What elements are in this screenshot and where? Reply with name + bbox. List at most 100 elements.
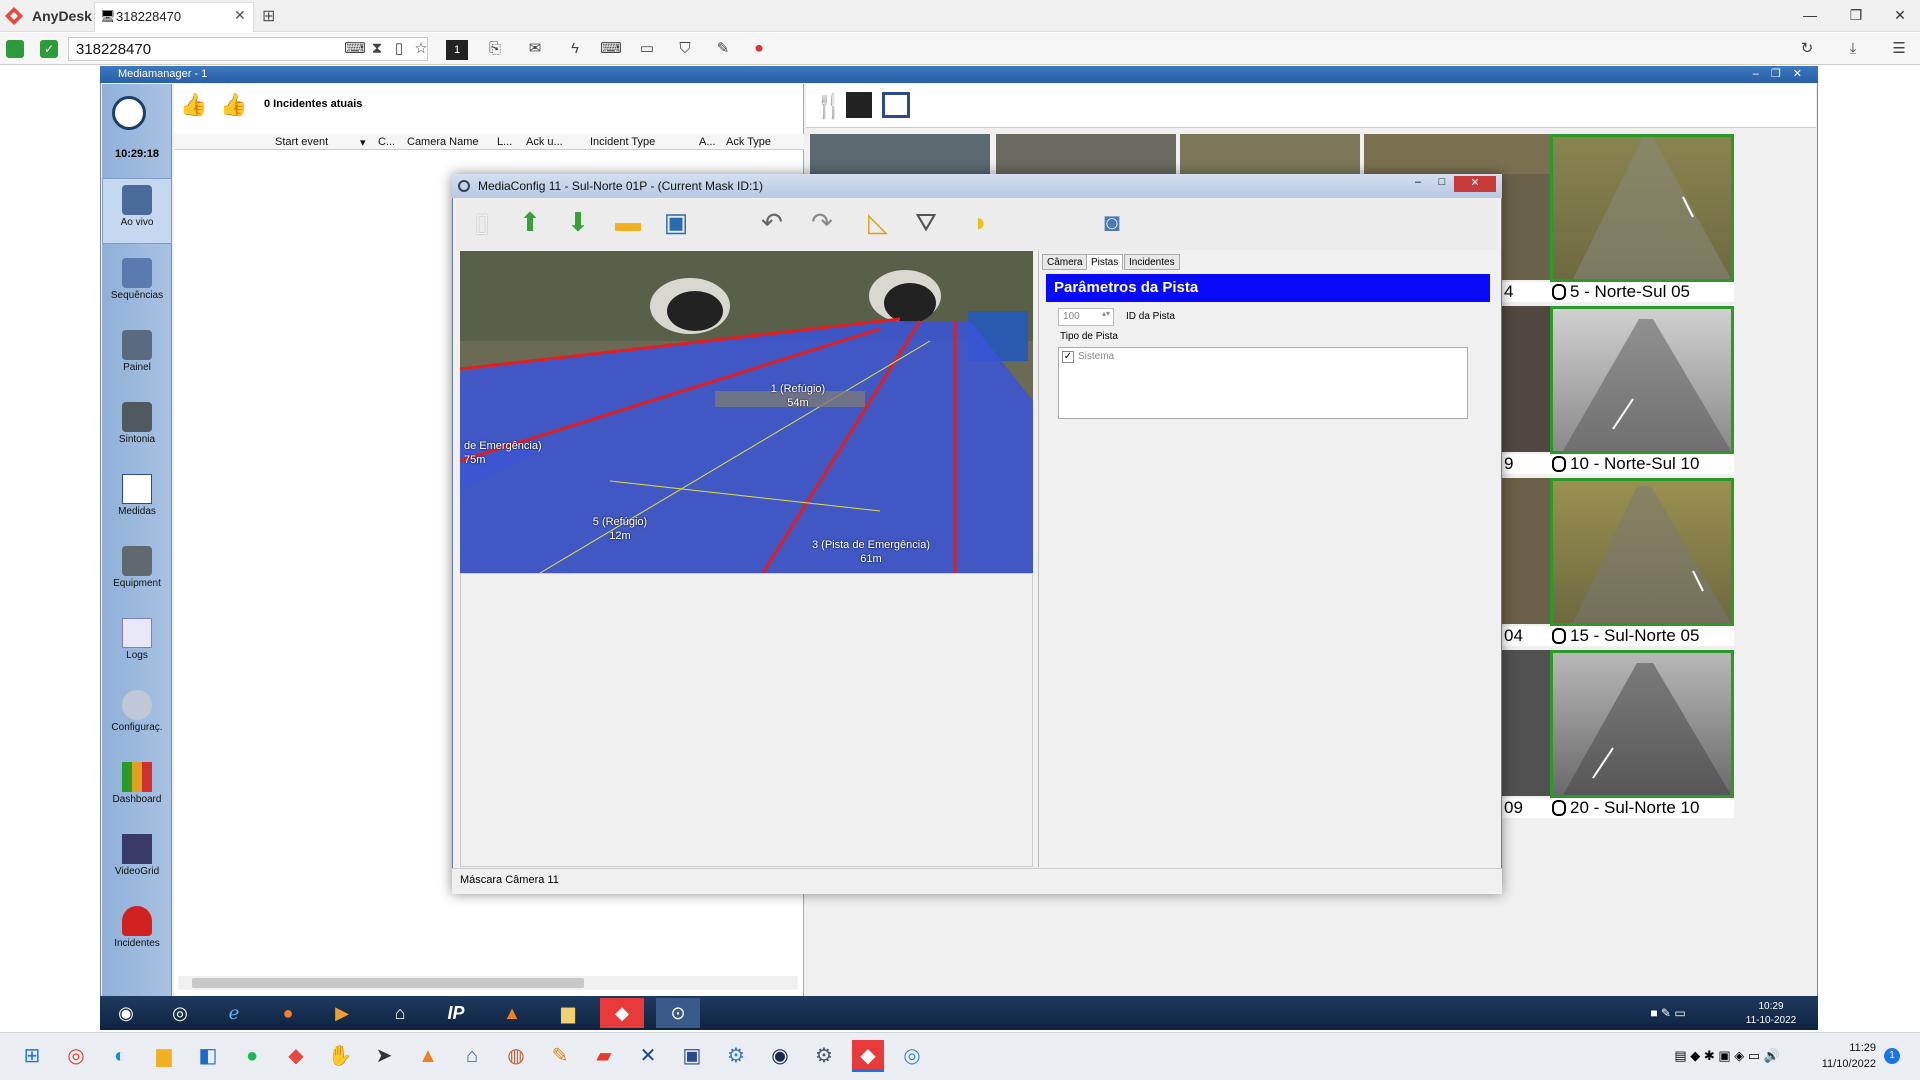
camera-mask-view[interactable] (460, 251, 1033, 573)
app-icon[interactable]: ✋ (324, 1040, 356, 1072)
settings-gear-icon[interactable]: ⚙ (808, 1040, 840, 1072)
app-pen-icon[interactable]: ✎ (544, 1040, 576, 1072)
address-tool-icon[interactable]: ⌨ (344, 38, 366, 60)
start-orb-icon[interactable]: ◉ (104, 998, 148, 1028)
col-c[interactable]: C... (378, 136, 395, 148)
calibration-target-icon[interactable]: ◑ (962, 206, 994, 238)
scrollbar-thumb[interactable] (192, 978, 584, 988)
restore-button[interactable]: ❐ (1836, 4, 1876, 26)
tools-icon[interactable]: 🍴 (814, 92, 844, 121)
dialog-maximize-button[interactable]: □ (1430, 176, 1454, 192)
camera-tile-partial[interactable] (1500, 174, 1550, 280)
spotify-icon[interactable]: ● (236, 1040, 268, 1072)
app-globe-icon[interactable]: ◎ (896, 1040, 928, 1072)
sort-chevron-down-icon[interactable]: ▾ (360, 136, 366, 149)
col-a[interactable]: A... (699, 136, 716, 148)
col-camera-name[interactable]: Camera Name (407, 136, 479, 148)
record-icon[interactable]: ⏺ (748, 38, 770, 60)
new-file-icon[interactable]: ▯ (466, 206, 498, 238)
snapshot-camera-icon[interactable]: ◙ (1096, 206, 1128, 238)
col-l[interactable]: L... (497, 136, 512, 148)
camera-tile-5[interactable] (1550, 134, 1734, 282)
nav-medidas[interactable]: Medidas (102, 468, 172, 534)
col-ack-user[interactable]: Ack u... (526, 136, 563, 148)
file-transfer-icon[interactable]: ⎘ (484, 38, 506, 60)
camera-tile-partial[interactable] (1500, 478, 1550, 624)
camera-tile-15[interactable] (1550, 478, 1734, 626)
camera-tile-10[interactable] (1550, 306, 1734, 454)
vlc-icon[interactable]: ▲ (412, 1040, 444, 1072)
app-network-icon[interactable]: ⚙ (720, 1040, 752, 1072)
download-arrow-icon[interactable]: ⬇ (562, 206, 594, 238)
open-folder-icon[interactable]: ▬ (612, 206, 644, 238)
close-tab-icon[interactable]: ✕ (234, 7, 246, 24)
tab-pistas[interactable]: Pistas (1086, 254, 1124, 270)
app-nx-icon[interactable]: ✕ (632, 1040, 664, 1072)
mediamanager-taskbar-icon[interactable]: ⊙ (656, 998, 700, 1028)
col-incident-type[interactable]: Incident Type (590, 136, 655, 148)
steam-icon[interactable]: ◉ (764, 1040, 796, 1072)
anydesk-active-icon[interactable]: ◆ (852, 1040, 884, 1072)
road-icon[interactable]: ⛛ (910, 206, 942, 238)
camera-tile-partial[interactable] (1500, 306, 1550, 452)
close-window-button[interactable]: ✕ (1880, 4, 1920, 26)
display-selector-button[interactable]: 1 (446, 40, 468, 60)
thumbs-up-all-icon[interactable]: 👍 (220, 92, 247, 118)
minimize-button[interactable]: — (1790, 4, 1830, 26)
measure-ruler-icon[interactable]: ◺ (862, 206, 894, 238)
spinner-arrows-icon[interactable]: ▴▾ (1102, 309, 1110, 318)
nav-sintonia[interactable]: Sintonia (102, 396, 172, 462)
actions-lightning-icon[interactable]: ϟ (564, 38, 586, 60)
firefox-icon[interactable]: ● (266, 998, 310, 1028)
lane-type-list[interactable] (1058, 347, 1468, 419)
tab-camera[interactable]: Câmera (1042, 254, 1088, 270)
history-icon[interactable]: ↻ (1796, 38, 1818, 60)
sistema-checkbox[interactable]: ✓ (1062, 351, 1074, 363)
camera-tile[interactable] (1364, 134, 1550, 174)
nav-sequencias[interactable]: Sequências (102, 252, 172, 318)
menu-icon[interactable]: ☰ (1888, 38, 1910, 60)
camera-tile[interactable] (996, 134, 1176, 174)
nav-painel[interactable]: Painel (102, 324, 172, 390)
thumbs-up-icon[interactable]: 👍 (180, 92, 207, 118)
nav-videogrid[interactable]: VideoGrid (102, 828, 172, 894)
nav-ao-vivo[interactable]: Ao vivo (102, 178, 172, 244)
whiteboard-pen-icon[interactable]: ✎ (712, 38, 734, 60)
chat-icon[interactable]: ✉ (524, 38, 546, 60)
new-tab-icon[interactable]: ⊞ (262, 6, 275, 26)
nav-equipment[interactable]: Equipment (102, 540, 172, 606)
anydesk-taskbar-icon[interactable]: ◆ (600, 998, 644, 1028)
system-tray-icons[interactable]: ▤ ◆ ✱ ▣ ◈ ▭ 🔊 (1600, 1040, 1780, 1072)
hourglass-icon[interactable]: ⧗ (366, 38, 388, 60)
app-circle-icon[interactable]: ◍ (500, 1040, 532, 1072)
tray-icons[interactable]: ■ ✎ ▭ ⚑ (1646, 998, 1690, 1050)
redo-icon[interactable]: ↷ (806, 206, 838, 238)
explorer-folder-icon[interactable]: ▆ (546, 998, 590, 1028)
camera-tile-partial[interactable] (1500, 650, 1550, 796)
chrome-icon[interactable]: ◎ (158, 998, 202, 1028)
col-start-event[interactable]: Start event (275, 136, 328, 148)
outlook-icon[interactable]: ◧ (192, 1040, 224, 1072)
nav-configuracoes[interactable]: Configuraç. (102, 684, 172, 750)
download-icon[interactable]: ⤓ (1842, 38, 1864, 60)
upload-arrow-icon[interactable]: ⬆ (514, 206, 546, 238)
network-icon[interactable]: ⌂ (378, 998, 422, 1028)
save-disk-icon[interactable]: ▣ (660, 206, 692, 238)
col-ack-type[interactable]: Ack Type (726, 136, 771, 148)
undo-icon[interactable]: ↶ (756, 206, 788, 238)
network-tool-icon[interactable]: ⌂ (456, 1040, 488, 1072)
ip-icon[interactable]: IP (434, 998, 478, 1028)
keyboard-icon[interactable]: ⌨ (600, 38, 622, 60)
camera-tile[interactable] (810, 134, 990, 174)
nav-dashboard[interactable]: Dashboard (102, 756, 172, 822)
app-window-icon[interactable]: ▣ (676, 1040, 708, 1072)
permissions-shield-icon[interactable]: ⛉ (674, 38, 696, 60)
dialog-close-button[interactable]: ✕ (1454, 176, 1496, 192)
file-explorer-icon[interactable]: ▆ (148, 1040, 180, 1072)
dialog-minimize-button[interactable]: – (1406, 176, 1430, 192)
display-icon[interactable]: ▭ (636, 38, 658, 60)
anydesk-pinned-icon[interactable]: ◆ (280, 1040, 312, 1072)
nav-logs[interactable]: Logs (102, 612, 172, 678)
vlc-icon[interactable]: ▲ (490, 998, 534, 1028)
ie-icon[interactable]: ℯ (212, 998, 256, 1028)
